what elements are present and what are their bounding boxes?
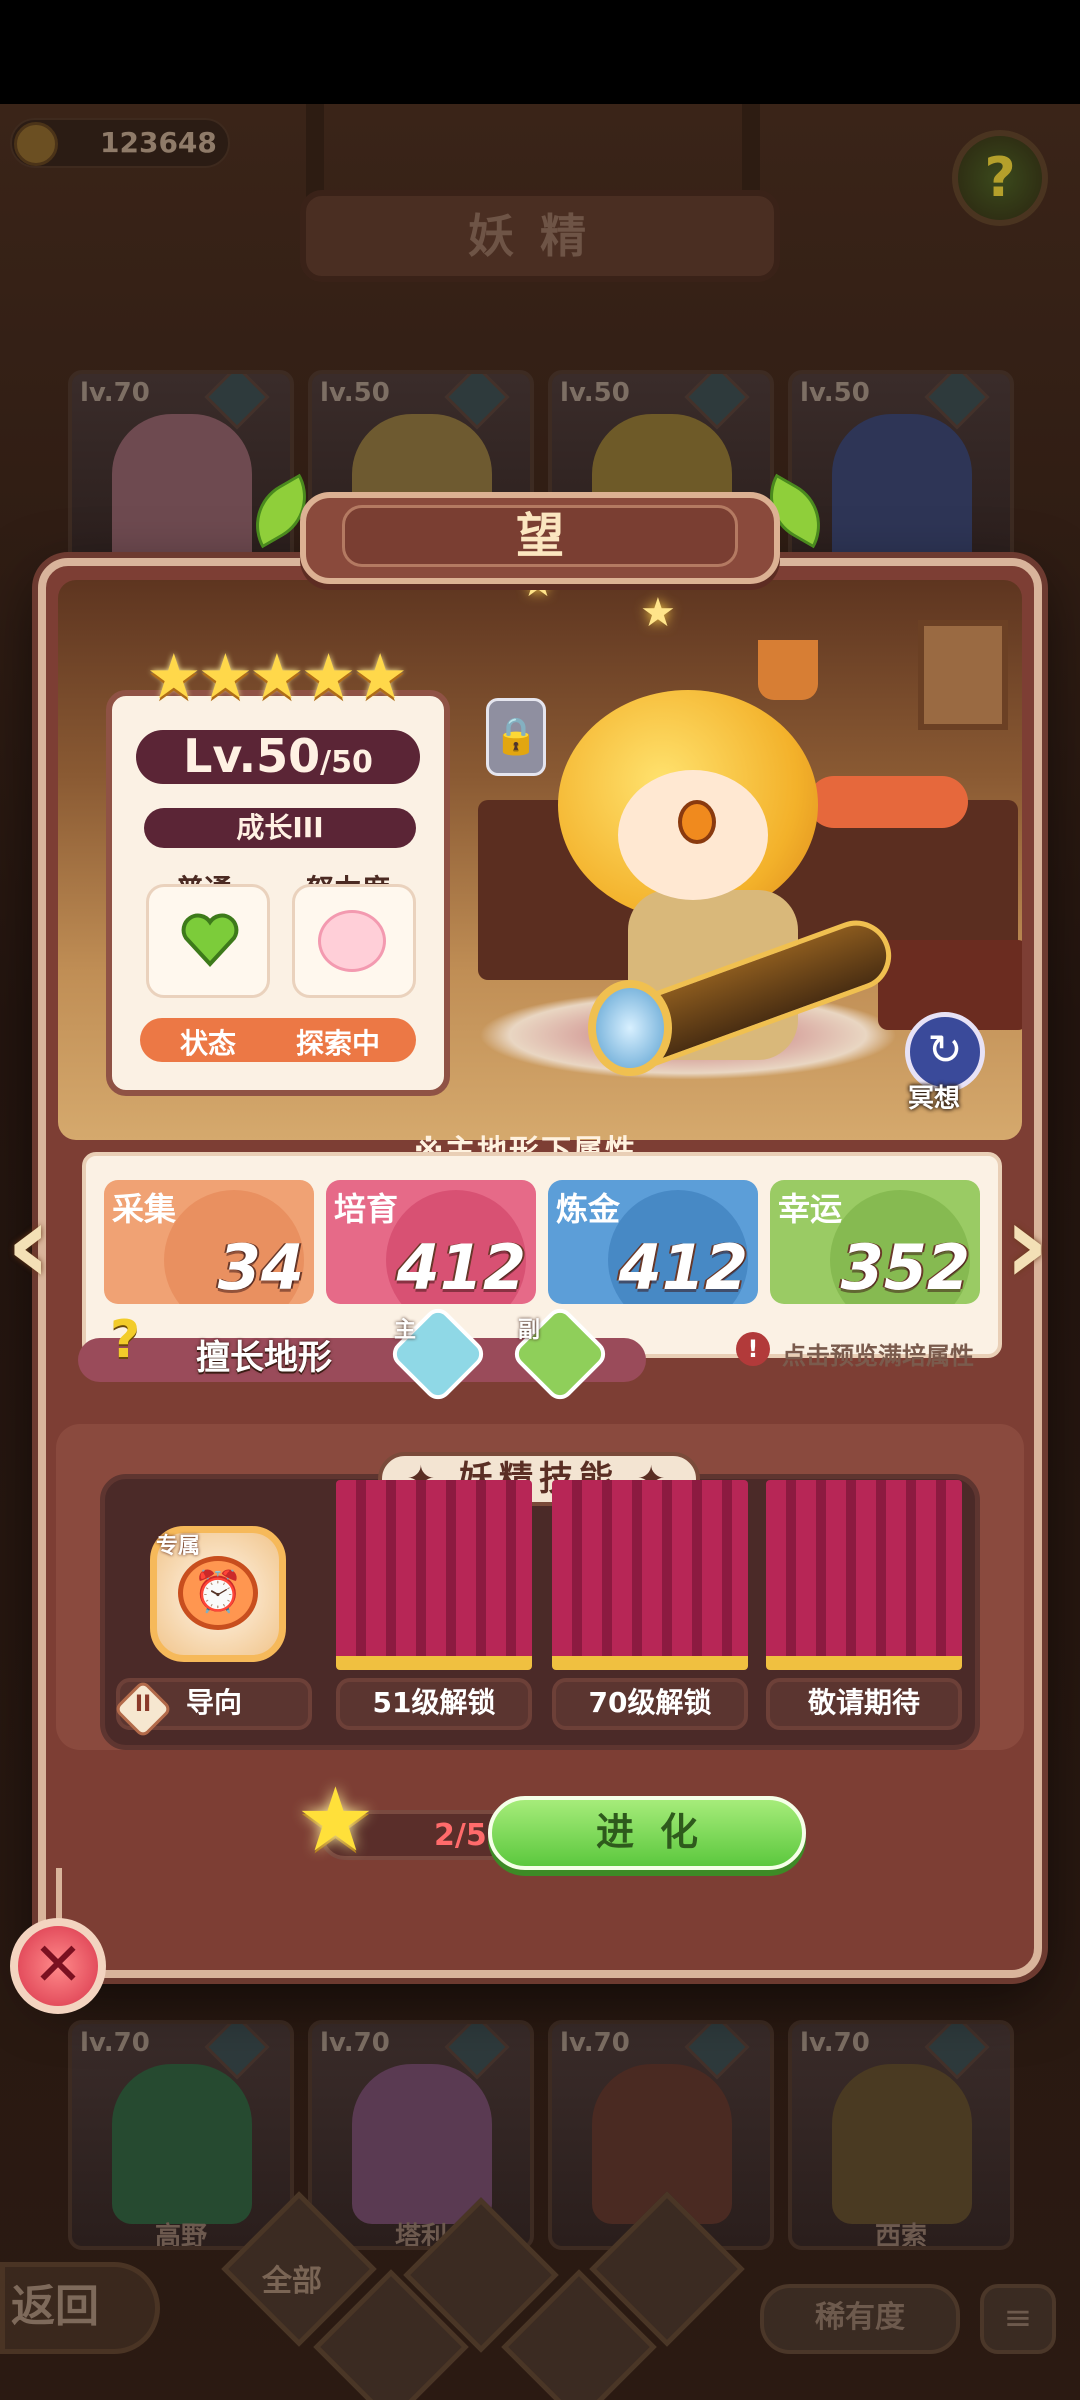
fairy-character-eye xyxy=(678,800,716,844)
evolve-progress-count: 2/5 xyxy=(434,1818,487,1853)
stat-name: 炼金 xyxy=(556,1190,621,1228)
heart-icon xyxy=(181,913,239,967)
locked-skill-curtain[interactable] xyxy=(552,1480,748,1670)
stat-tile-alchemy: 炼金 412 xyxy=(548,1180,758,1304)
main-terrain-tag: 主 xyxy=(394,1318,417,1343)
fairy-card[interactable]: lv.70 高野 xyxy=(68,2020,294,2250)
card-level: lv.50 xyxy=(320,378,390,408)
telescope-lens xyxy=(588,980,672,1076)
stat-name: 幸运 xyxy=(778,1190,843,1228)
lock-button[interactable]: 🔒 xyxy=(486,698,546,776)
card-level: lv.70 xyxy=(800,2028,870,2058)
stat-name: 培育 xyxy=(334,1190,399,1228)
stat-tile-luck: 幸运 352 xyxy=(770,1180,980,1304)
skill-label: 70级解锁 xyxy=(552,1678,748,1730)
plant-pot-decoration xyxy=(758,640,818,700)
prev-fairy-arrow[interactable]: ‹ xyxy=(6,1189,70,1304)
sub-terrain-tag: 副 xyxy=(518,1318,541,1343)
level-max: /50 xyxy=(320,745,373,780)
stat-value: 34 xyxy=(217,1231,304,1304)
card-name: 西索 xyxy=(874,2222,927,2250)
happy-face-icon xyxy=(318,910,386,972)
evolve-star-icon: ★ xyxy=(296,1768,375,1871)
locked-skill-curtain[interactable] xyxy=(766,1480,962,1670)
level-current: Lv.50 xyxy=(183,729,321,783)
skill-label: 51级解锁 xyxy=(336,1678,532,1730)
status-label: 状态 xyxy=(180,1027,237,1060)
meditate-label: 冥想 xyxy=(908,1084,961,1114)
fairy-portrait xyxy=(352,2064,492,2224)
help-button[interactable]: ? xyxy=(952,130,1048,226)
carrot-decoration xyxy=(808,776,968,828)
status-value: 探索中 xyxy=(296,1027,381,1060)
back-button[interactable]: 返回 xyxy=(0,2262,160,2354)
sign-rope-right xyxy=(742,104,760,204)
coin-icon xyxy=(14,122,58,166)
close-button[interactable]: ✕ xyxy=(10,1918,106,2014)
preview-max-attributes-link[interactable]: 点击预览满培属性 xyxy=(782,1336,974,1371)
sign-rope-left xyxy=(306,104,324,204)
card-level: lv.70 xyxy=(80,378,150,408)
stat-tile-nurture: 培育 412 xyxy=(326,1180,536,1304)
stat-tile-gather: 采集 34 xyxy=(104,1180,314,1304)
growth-stage: 成长III xyxy=(144,808,416,848)
window-decoration xyxy=(918,620,1008,730)
alarm-clock-icon: ⏰ xyxy=(178,1556,258,1630)
exclusive-tag: 专属 xyxy=(156,1534,201,1559)
sort-order-button[interactable]: ≡ xyxy=(980,2284,1056,2354)
fairy-card[interactable]: lv.50 xyxy=(788,370,1014,580)
coin-value: 123648 xyxy=(100,126,217,159)
fairy-card[interactable]: lv.70 xyxy=(68,370,294,580)
stat-value: 412 xyxy=(396,1231,526,1304)
stat-name: 采集 xyxy=(112,1190,177,1228)
skill-label: 敬请期待 xyxy=(766,1678,962,1730)
question-sprout-icon[interactable]: ? xyxy=(110,1310,166,1370)
card-level: lv.70 xyxy=(80,2028,150,2058)
next-fairy-arrow[interactable]: › xyxy=(1004,1189,1068,1304)
fairy-portrait xyxy=(832,2064,972,2224)
fairy-portrait xyxy=(112,414,252,574)
back-label: 返回 xyxy=(11,2281,99,2332)
fairy-portrait xyxy=(832,414,972,574)
evolve-button[interactable]: 进化 xyxy=(488,1796,806,1870)
skill-level-text: II xyxy=(134,1692,152,1717)
fairy-name: 望 xyxy=(342,505,738,567)
card-level: lv.70 xyxy=(560,2028,630,2058)
rarity-sort-button[interactable]: 稀有度 xyxy=(760,2284,960,2354)
status-bar: 状态 探索中 xyxy=(140,1018,416,1062)
fairy-portrait xyxy=(112,2064,252,2224)
stat-value: 352 xyxy=(840,1231,970,1304)
rarity-stars: ★★★★★ xyxy=(146,640,408,713)
stat-value: 412 xyxy=(618,1231,748,1304)
locked-skill-curtain[interactable] xyxy=(336,1480,532,1670)
specialty-terrain-label: 擅长地形 xyxy=(196,1338,332,1378)
level-bar: Lv.50/50 xyxy=(136,730,420,784)
card-level: lv.70 xyxy=(320,2028,390,2058)
sparkle-icon: ★ xyxy=(640,590,676,636)
card-level: lv.50 xyxy=(560,378,630,408)
filter-all-label: 全部 xyxy=(262,2264,322,2299)
card-level: lv.50 xyxy=(800,378,870,408)
close-chain-decoration xyxy=(56,1868,62,1922)
page-title: 妖精 xyxy=(300,190,780,282)
alert-icon: ! xyxy=(736,1332,770,1366)
fairy-card[interactable]: lv.70 西索 xyxy=(788,2020,1014,2250)
